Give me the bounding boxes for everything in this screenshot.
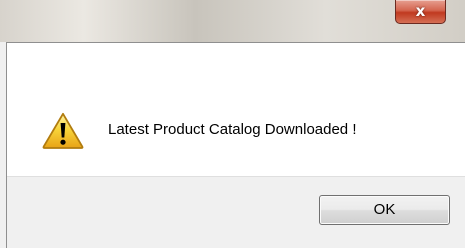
message-dialog: x Latest Product Catalog Downloaded ! OK (0, 0, 465, 248)
dialog-message: Latest Product Catalog Downloaded ! (108, 121, 357, 138)
title-bar[interactable]: x (0, 0, 465, 42)
close-icon: x (415, 2, 426, 20)
close-button[interactable]: x (395, 0, 446, 24)
dialog-content (7, 43, 465, 176)
ok-button[interactable]: OK (319, 195, 450, 225)
warning-icon (42, 112, 84, 149)
